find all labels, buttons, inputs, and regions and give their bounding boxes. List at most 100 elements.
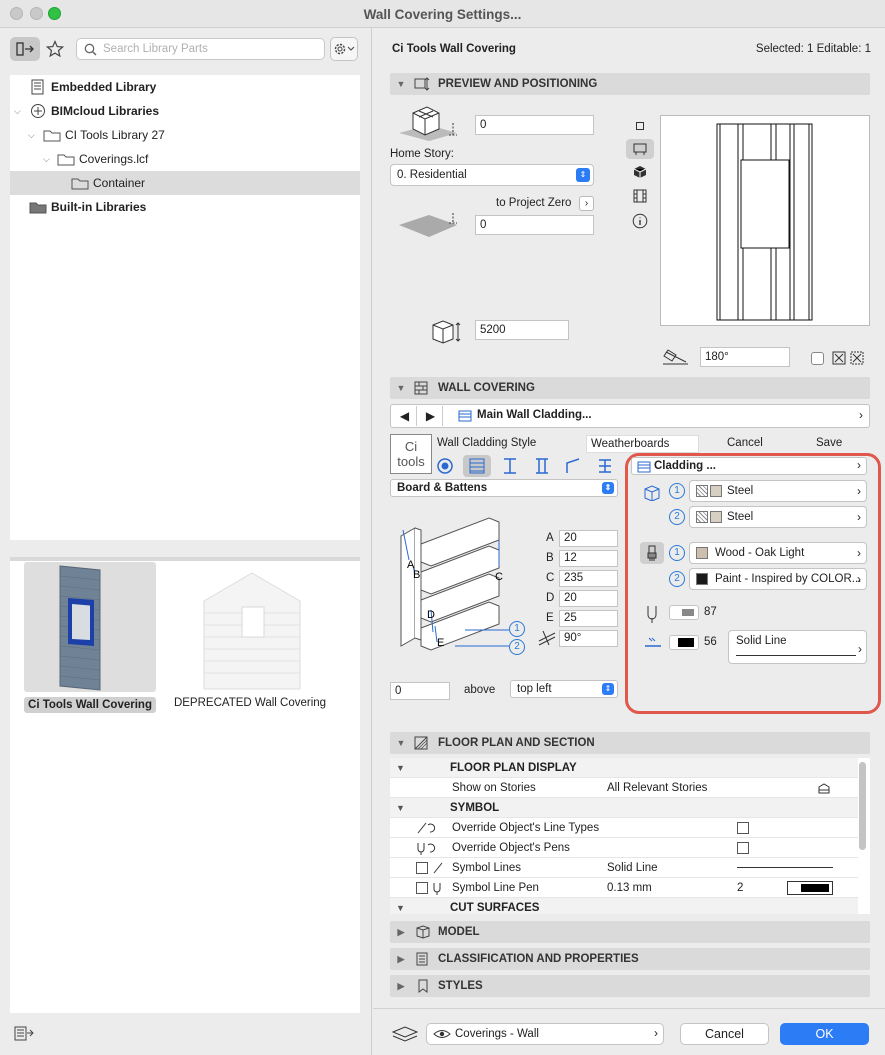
override-lines-checkbox[interactable] xyxy=(737,821,749,834)
preview-section-header[interactable]: ▼ PREVIEW AND POSITIONING xyxy=(390,73,870,95)
next-button[interactable]: ▶ xyxy=(419,406,443,426)
pen-2-value: 56 xyxy=(704,636,717,648)
dim-c-field[interactable]: 235 xyxy=(559,570,618,587)
override-lines-row[interactable]: Override Object's Line Types xyxy=(390,818,858,838)
profile-stack-icon[interactable] xyxy=(595,457,615,475)
surface-1-button[interactable]: Wood - Oak Light › xyxy=(689,542,867,564)
material-1-button[interactable]: Steel › xyxy=(689,480,867,502)
profile-board-button[interactable] xyxy=(463,455,491,477)
cut-surfaces-group[interactable]: ▼ CUT SURFACES xyxy=(390,898,858,914)
info-icon[interactable] xyxy=(632,213,648,229)
anchor-select[interactable]: top left ⇕ xyxy=(510,680,618,698)
collapse-triangle-icon: ▶ xyxy=(397,926,405,937)
chevron-down-icon[interactable]: ⌵ xyxy=(43,154,50,165)
styles-section-header[interactable]: ▶ STYLES xyxy=(390,975,870,997)
cladding-type-select[interactable]: Board & Battens ⇕ xyxy=(390,479,618,497)
layer-select[interactable]: Coverings - Wall › xyxy=(426,1023,664,1045)
prev-button[interactable]: ◀ xyxy=(393,406,417,426)
dim-b-field[interactable]: 12 xyxy=(559,550,618,567)
pen-color-button[interactable] xyxy=(669,605,699,620)
param-name: Symbol Lines xyxy=(452,861,522,874)
line-type-button[interactable]: Solid Line › xyxy=(728,630,867,664)
cancel-button[interactable]: Cancel xyxy=(680,1023,769,1045)
search-input[interactable]: Search Library Parts xyxy=(76,38,325,60)
mirror-dashed-icon[interactable] xyxy=(850,351,865,366)
material-2-button[interactable]: Steel › xyxy=(689,506,867,528)
profile-ibeam-icon[interactable] xyxy=(500,457,520,475)
board-angle-field[interactable]: 90° xyxy=(559,630,618,647)
dim-e-field[interactable]: 25 xyxy=(559,610,618,627)
tree-item-bimcloud[interactable]: ⌵ BIMcloud Libraries xyxy=(10,99,360,123)
layers-icon xyxy=(391,1026,419,1042)
above-offset-field[interactable]: 0 xyxy=(390,682,450,700)
style-save-button[interactable]: Save xyxy=(816,437,842,449)
override-pens-checkbox[interactable] xyxy=(737,841,749,854)
profile-radio-button[interactable] xyxy=(435,456,455,476)
view-2d-button[interactable] xyxy=(626,116,654,136)
classification-section-header[interactable]: ▶ CLASSIFICATION AND PROPERTIES xyxy=(390,948,870,970)
plan-view-icon xyxy=(633,143,647,155)
symbol-lines-row[interactable]: Symbol Lines Solid Line xyxy=(390,858,858,878)
elevation-field[interactable]: 0 xyxy=(475,215,594,235)
symbol-lines-checkbox[interactable] xyxy=(416,861,428,874)
tree-item-container[interactable]: Container xyxy=(10,171,360,195)
library-icon xyxy=(16,42,34,56)
tree-item-coverings[interactable]: ⌵ Coverings.lcf xyxy=(10,147,360,171)
offset-field[interactable]: 0 xyxy=(475,115,594,135)
surface-2-button[interactable]: Paint - Inspired by COLOR... › xyxy=(689,568,867,590)
cladding-nav-label[interactable]: Main Wall Cladding... xyxy=(477,409,592,421)
override-pens-row[interactable]: Override Object's Pens xyxy=(390,838,858,858)
home-story-value: 0. Residential xyxy=(397,169,467,181)
building-material-icon xyxy=(644,485,660,501)
profile-angle-icon[interactable] xyxy=(563,457,583,475)
floorplan-section-header[interactable]: ▼ FLOOR PLAN AND SECTION xyxy=(390,732,870,754)
dim-d-field[interactable]: 20 xyxy=(559,590,618,607)
fp-display-group[interactable]: ▼ FLOOR PLAN DISPLAY xyxy=(390,758,858,778)
ok-button[interactable]: OK xyxy=(780,1023,869,1045)
surface-paint-button[interactable] xyxy=(640,542,664,564)
symbol-pen-checkbox[interactable] xyxy=(416,881,428,894)
show-on-stories-row[interactable]: Show on Stories All Relevant Stories xyxy=(390,778,858,798)
line-type-name: Solid Line xyxy=(736,635,787,647)
cube-icon[interactable] xyxy=(633,165,647,179)
chevron-down-icon[interactable]: ⌵ xyxy=(28,130,35,141)
scrollbar-thumb[interactable] xyxy=(859,762,866,850)
style-cancel-button[interactable]: Cancel xyxy=(727,437,763,449)
mirror-x-icon[interactable] xyxy=(832,351,847,366)
model-section-header[interactable]: ▶ MODEL xyxy=(390,921,870,943)
mirror-checkbox[interactable] xyxy=(811,352,824,365)
thumb-ci-tools[interactable] xyxy=(24,562,156,692)
tree-item-citools[interactable]: ⌵ CI Tools Library 27 xyxy=(10,123,360,147)
cladding-dropdown[interactable]: Cladding ... › xyxy=(631,457,867,475)
wall-covering-section-header[interactable]: ▼ WALL COVERING xyxy=(390,377,870,399)
rotation-field[interactable]: 180° xyxy=(700,347,790,367)
symbol-pen-row[interactable]: Symbol Line Pen 0.13 mm 2 xyxy=(390,878,858,898)
chevron-updown-icon: ⇕ xyxy=(576,168,590,182)
chevron-down-icon[interactable]: ⌵ xyxy=(14,106,21,117)
preview-canvas xyxy=(660,115,870,326)
folder-icon xyxy=(43,130,61,142)
home-story-select[interactable]: 0. Residential ⇕ xyxy=(390,164,594,186)
tree-label: Container xyxy=(93,176,146,190)
profile-channel-icon[interactable] xyxy=(532,457,552,475)
tree-item-embedded[interactable]: Embedded Library xyxy=(10,75,360,99)
favorites-button[interactable] xyxy=(44,37,66,61)
library-view-button[interactable] xyxy=(10,37,40,61)
film-icon[interactable] xyxy=(632,188,648,204)
svg-text:D: D xyxy=(427,609,435,621)
surface-2-name: Paint - Inspired by COLOR... xyxy=(715,573,862,585)
dim-letter: E xyxy=(546,612,554,624)
view-plan-button[interactable] xyxy=(626,139,654,159)
height-field[interactable]: 5200 xyxy=(475,320,569,340)
library-manager-button[interactable] xyxy=(10,1021,38,1045)
thumb-deprecated[interactable] xyxy=(196,567,306,691)
line-pen-color-button[interactable] xyxy=(669,635,699,650)
tree-item-builtin[interactable]: Built-in Libraries xyxy=(10,195,360,219)
symbol-group[interactable]: ▼ SYMBOL xyxy=(390,798,858,818)
style-name-field[interactable]: Weatherboards xyxy=(586,435,699,453)
settings-menu-button[interactable] xyxy=(330,37,358,61)
line-type-icon xyxy=(433,862,443,873)
dim-a-field[interactable]: 20 xyxy=(559,530,618,547)
tree-label: CI Tools Library 27 xyxy=(65,128,165,142)
reference-menu-button[interactable]: › xyxy=(579,196,594,211)
